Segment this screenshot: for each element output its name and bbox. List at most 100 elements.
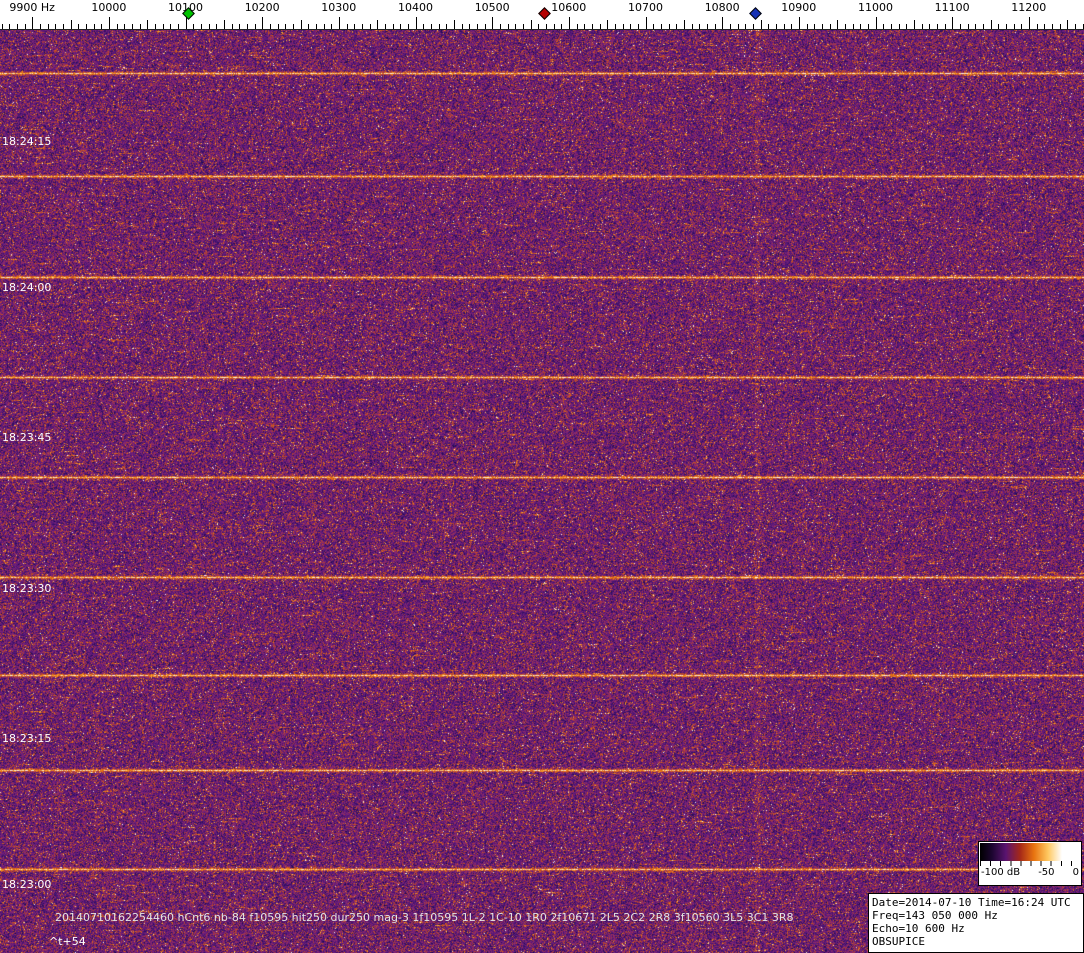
freq-tick <box>1082 24 1084 29</box>
freq-tick <box>630 24 632 29</box>
info-echo-line: Echo=10 600 Hz <box>872 922 965 935</box>
freq-tick-label: 10800 <box>704 1 740 14</box>
freq-tick <box>645 17 647 29</box>
freq-tick <box>913 20 915 29</box>
spectrogram-waterfall[interactable] <box>0 30 1084 953</box>
freq-tick <box>614 24 616 29</box>
spectrogram-app: 9900 Hz 10000 10100 10200 10300 10400 10500 106… <box>0 0 1084 953</box>
freq-tick-label: 11100 <box>934 1 970 14</box>
freq-tick <box>545 24 547 29</box>
freq-tick <box>599 24 601 29</box>
freq-tick <box>323 24 325 29</box>
freq-tick <box>124 24 126 29</box>
freq-tick <box>47 24 49 29</box>
freq-tick <box>338 17 340 29</box>
freq-tick <box>16 24 18 29</box>
freq-tick <box>315 24 317 29</box>
freq-tick <box>453 20 455 29</box>
freq-tick <box>967 24 969 29</box>
freq-tick-label: 11000 <box>858 1 893 14</box>
freq-tick <box>714 24 716 29</box>
freq-tick <box>1067 20 1069 29</box>
freq-marker-blue[interactable] <box>749 7 763 20</box>
freq-tick <box>208 24 210 29</box>
freq-tick <box>699 24 701 29</box>
freq-tick <box>660 24 662 29</box>
info-station-line: OBSUPICE <box>872 935 925 948</box>
freq-tick <box>553 24 555 29</box>
freq-tick <box>384 24 386 29</box>
freq-tick <box>55 24 57 29</box>
freq-tick <box>430 24 432 29</box>
freq-tick <box>752 24 754 29</box>
freq-tick <box>676 24 678 29</box>
freq-tick <box>1028 17 1030 29</box>
freq-tick-label: 9900 Hz <box>9 1 55 14</box>
freq-tick <box>392 24 394 29</box>
freq-tick <box>852 24 854 29</box>
freq-tick <box>162 24 164 29</box>
freq-tick <box>423 24 425 29</box>
colorbar-label-max: 0 <box>1072 867 1079 878</box>
freq-tick <box>1013 24 1015 29</box>
freq-tick <box>170 24 172 29</box>
freq-tick <box>331 24 333 29</box>
freq-tick <box>193 24 195 29</box>
freq-tick <box>499 24 501 29</box>
freq-tick <box>177 24 179 29</box>
freq-tick <box>476 24 478 29</box>
freq-tick <box>262 17 264 29</box>
freq-tick <box>9 24 11 29</box>
freq-tick <box>906 24 908 29</box>
freq-tick <box>254 24 256 29</box>
freq-tick <box>39 24 41 29</box>
freq-tick <box>791 24 793 29</box>
freq-tick <box>898 24 900 29</box>
freq-tick <box>783 24 785 29</box>
freq-tick <box>246 24 248 29</box>
freq-tick <box>1051 24 1053 29</box>
freq-tick <box>24 24 26 29</box>
freq-tick <box>300 20 302 29</box>
freq-tick <box>185 17 187 29</box>
freq-tick <box>269 24 271 29</box>
freq-tick <box>990 20 992 29</box>
freq-tick <box>515 24 517 29</box>
freq-tick <box>683 20 685 29</box>
freq-tick <box>584 24 586 29</box>
freq-tick <box>131 24 133 29</box>
freq-tick <box>814 24 816 29</box>
freq-tick <box>952 17 954 29</box>
freq-tick <box>85 24 87 29</box>
freq-tick <box>653 24 655 29</box>
colorbar-label-min: -100 dB <box>981 867 1021 878</box>
freq-tick <box>775 24 777 29</box>
freq-tick <box>446 24 448 29</box>
colorbar-label-mid: -50 <box>1038 867 1055 878</box>
freq-tick <box>32 17 34 29</box>
freq-tick <box>890 24 892 29</box>
freq-tick <box>591 24 593 29</box>
freq-tick-label: 10900 <box>781 1 817 14</box>
freq-tick <box>691 24 693 29</box>
freq-marker-red[interactable] <box>538 7 552 20</box>
freq-tick <box>982 24 984 29</box>
freq-tick <box>308 24 310 29</box>
freq-tick <box>522 24 524 29</box>
freq-tick <box>568 17 570 29</box>
freq-tick <box>637 24 639 29</box>
freq-tick <box>62 24 64 29</box>
freq-tick-label: 10500 <box>474 1 510 14</box>
freq-tick <box>706 24 708 29</box>
freq-tick <box>292 24 294 29</box>
freq-tick <box>1021 24 1023 29</box>
freq-tick <box>346 24 348 29</box>
freq-tick <box>576 24 578 29</box>
freq-tick <box>729 24 731 29</box>
freq-tick-label: 10600 <box>551 1 587 14</box>
freq-tick <box>959 24 961 29</box>
freq-tick <box>285 24 287 29</box>
freq-tick <box>361 24 363 29</box>
freq-tick <box>745 24 747 29</box>
freq-tick <box>875 17 877 29</box>
